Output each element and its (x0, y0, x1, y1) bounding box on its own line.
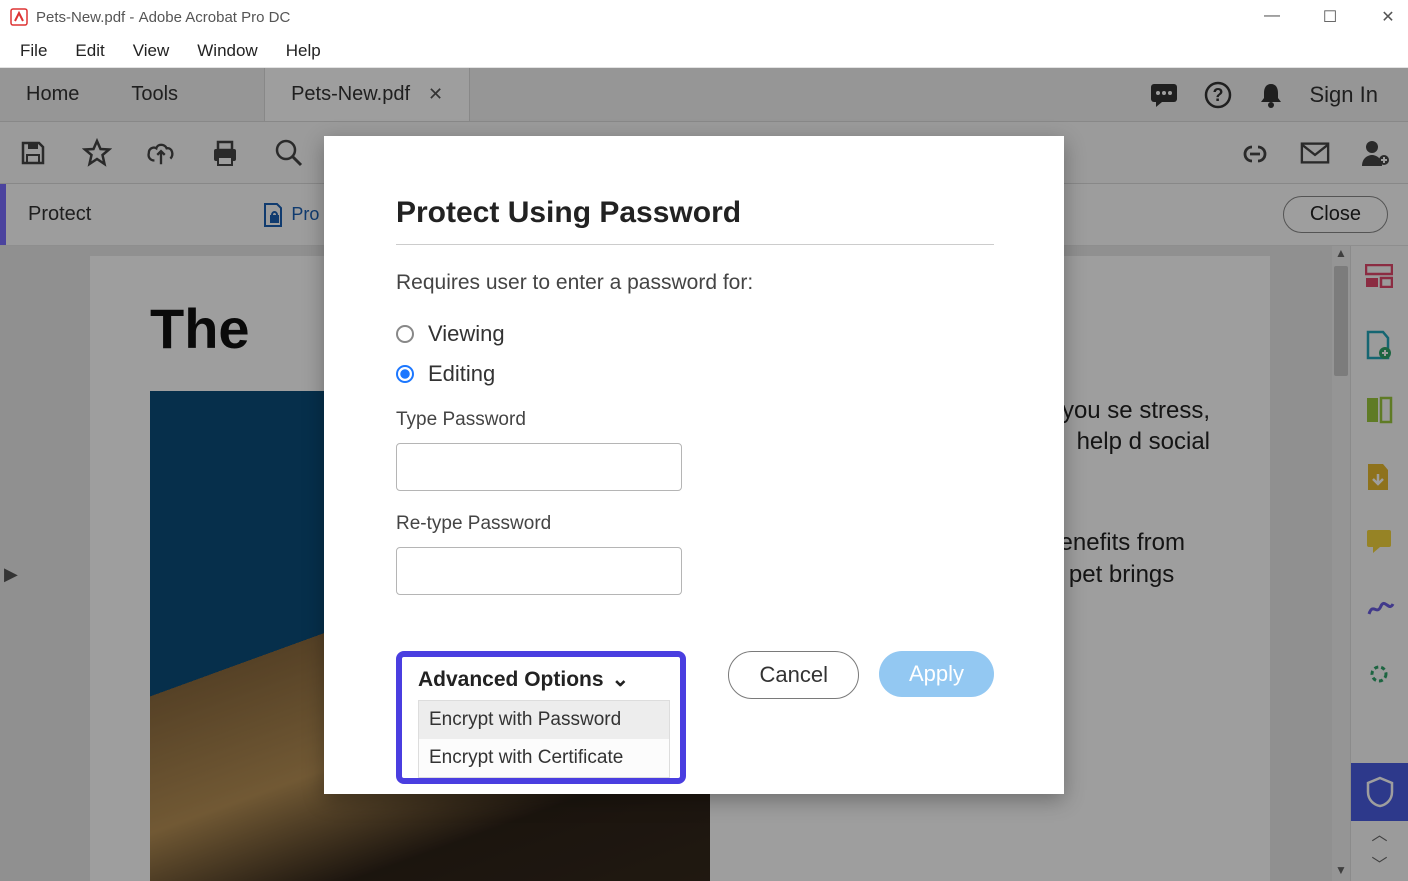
title-appname: Adobe Acrobat Pro DC (139, 9, 291, 26)
title-separator: - (125, 9, 138, 26)
radio-editing-indicator (396, 365, 414, 383)
menu-view[interactable]: View (119, 37, 184, 65)
dialog-title: Protect Using Password (396, 196, 994, 230)
dialog-subtitle: Requires user to enter a password for: (396, 271, 994, 295)
menu-encrypt-certificate[interactable]: Encrypt with Certificate (419, 739, 669, 777)
window-close-button[interactable]: ✕ (1378, 7, 1398, 27)
title-filename: Pets-New.pdf (36, 9, 125, 26)
radio-editing-label: Editing (428, 361, 495, 387)
protect-password-dialog: Protect Using Password Requires user to … (324, 136, 1064, 794)
advanced-options-menu: Encrypt with Password Encrypt with Certi… (418, 700, 670, 778)
retype-password-label: Re-type Password (396, 513, 994, 535)
dialog-divider (396, 244, 994, 245)
menu-file[interactable]: File (6, 37, 61, 65)
radio-viewing[interactable]: Viewing (396, 321, 994, 347)
menu-edit[interactable]: Edit (61, 37, 118, 65)
type-password-label: Type Password (396, 409, 994, 431)
radio-editing[interactable]: Editing (396, 361, 994, 387)
window-titlebar: Pets-New.pdf - Adobe Acrobat Pro DC — ☐ … (0, 0, 1408, 34)
radio-viewing-label: Viewing (428, 321, 505, 347)
radio-viewing-indicator (396, 325, 414, 343)
window-minimize-button[interactable]: — (1262, 7, 1282, 27)
chevron-down-icon: ⌄ (612, 667, 630, 692)
retype-password-input[interactable] (396, 547, 682, 595)
acrobat-app-icon (10, 8, 28, 26)
cancel-button[interactable]: Cancel (728, 651, 858, 699)
type-password-input[interactable] (396, 443, 682, 491)
apply-button[interactable]: Apply (879, 651, 994, 697)
advanced-options-button[interactable]: Advanced Options ⌄ (418, 667, 670, 692)
menu-help[interactable]: Help (272, 37, 335, 65)
menu-encrypt-password[interactable]: Encrypt with Password (419, 701, 669, 739)
advanced-options-highlight: Advanced Options ⌄ Encrypt with Password… (396, 651, 686, 784)
menu-window[interactable]: Window (183, 37, 271, 65)
advanced-options-label: Advanced Options (418, 668, 604, 692)
window-maximize-button[interactable]: ☐ (1320, 7, 1340, 27)
menubar: File Edit View Window Help (0, 34, 1408, 68)
